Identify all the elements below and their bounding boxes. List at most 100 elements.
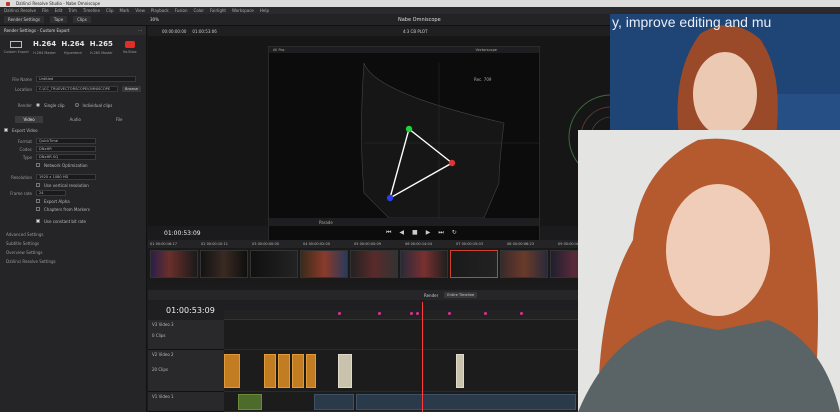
timeline-marker[interactable] [378,312,381,315]
codec-row: Codec DNxHR [0,145,146,153]
track-header-v2[interactable]: V2 Video 2 20 Clips [148,350,224,392]
preset-youtube[interactable]: YouTube [118,39,142,57]
track-header-v3[interactable]: V3 Video 3 0 Clips [148,320,224,350]
resolution-select[interactable]: 1920 x 1080 HD [36,174,96,180]
preset-h264-master[interactable]: H.264 H.264 Master [33,39,57,57]
timeline-clip[interactable] [356,394,576,410]
clip-thumbnail-selected[interactable] [450,250,498,278]
codec-select[interactable]: DNxHR [36,146,96,152]
chapters-label: Chapters from Markers [44,206,90,212]
format-select[interactable]: QuickTime [36,138,96,144]
tab-video[interactable]: Video [15,116,43,123]
preset-label: H.265 Master [90,51,113,55]
thumb-label: 04 00:00:02:00 [303,242,330,246]
tab-audio[interactable]: Audio [62,116,89,123]
timeline-marker[interactable] [416,312,419,315]
menu-item[interactable]: Clip [106,7,114,14]
timeline-marker[interactable] [484,312,487,315]
timeline-clip[interactable] [278,354,290,388]
single-clip-radio[interactable] [36,103,40,107]
title-clip[interactable] [338,354,352,388]
menu-item[interactable]: Fusion [175,7,188,14]
chapters-checkbox[interactable] [36,207,40,211]
go-to-start-icon[interactable]: ⏮ [386,229,391,237]
scope-tag: Rec. 709 [474,77,492,82]
timeline-marker[interactable] [448,312,451,315]
clip-thumbnail[interactable] [200,250,248,278]
browse-button[interactable]: Browse [122,86,142,92]
playhead[interactable] [422,302,423,412]
preset-custom-export[interactable]: Custom Export [4,39,29,57]
network-optimization-label: Network Optimization [44,162,88,168]
thumb-label: 07 00:00:15:03 [456,242,483,246]
loop-icon[interactable]: ↻ [452,229,457,237]
track-header-v1[interactable]: V1 Video 1 [148,392,224,412]
tape-button[interactable]: Tape [49,16,68,23]
track-name: Video 1 [158,394,174,399]
stop-icon[interactable]: ■ [412,229,418,237]
menu-item[interactable]: Edit [55,7,63,14]
export-alpha-checkbox[interactable] [36,199,40,203]
constant-bitrate-checkbox[interactable] [36,219,40,223]
menu-item[interactable]: Playback [151,7,169,14]
menu-item[interactable]: Workspace [232,7,254,14]
source-timecode: 00:00:00:00 [162,28,187,34]
render-settings-button[interactable]: Render Settings [4,16,44,23]
menu-item[interactable]: File [42,7,49,14]
vertical-res-row: Use vertical resolution [0,181,146,189]
menu-item[interactable]: View [135,7,145,14]
green-primary-dot [405,125,413,133]
clips-button[interactable]: Clips [73,16,91,23]
clip-thumbnail[interactable] [400,250,448,278]
location-field[interactable]: C:\CC_TRUEVECTORSCOPE\OMNISCOPE [36,86,118,92]
timeline-marker[interactable] [410,312,413,315]
vertical-resolution-checkbox[interactable] [36,183,40,187]
play-icon[interactable]: ▶ [426,229,431,237]
clip-thumbnail[interactable] [350,250,398,278]
frame-rate-select[interactable]: 24 [36,190,66,196]
timeline-clip[interactable] [238,394,262,410]
thumb-label: 01 00:00:16:17 [150,242,177,246]
menu-item[interactable]: Timeline [83,7,100,14]
menu-item[interactable]: Trim [68,7,77,14]
render-mode-row: Render Single clip Individual clips [0,101,146,109]
aspect-label[interactable]: 4:3 CB PLOT [403,29,428,34]
menu-item[interactable]: Color [194,7,204,14]
clip-thumbnail[interactable] [150,250,198,278]
entire-timeline-select[interactable]: Entire Timeline [444,292,478,298]
section-resolve[interactable]: DaVinci Resolve Settings [0,256,146,265]
menu-item[interactable]: Help [260,7,269,14]
section-overview[interactable]: Overview Settings [0,247,146,256]
timeline-clip[interactable] [264,354,276,388]
preset-hyperdeck[interactable]: H.264 Hyperdeck [61,39,85,57]
section-subtitle[interactable]: Subtitle Settings [0,238,146,247]
tab-file[interactable]: File [108,116,131,123]
timeline-clip[interactable] [224,354,240,388]
individual-clips-radio[interactable] [74,103,79,107]
more-icon[interactable]: ⋯ [138,26,142,35]
go-to-end-icon[interactable]: ⏭ [438,229,443,237]
reverse-icon[interactable]: ◀ [399,229,404,237]
type-select[interactable]: DNxHR SQ [36,154,96,160]
viewer-zoom[interactable]: 30% [150,17,159,22]
menu-item[interactable]: DaVinci Resolve [4,7,36,14]
clip-thumbnail[interactable] [300,250,348,278]
network-optimization-checkbox[interactable] [36,163,40,167]
timeline-clip[interactable] [292,354,304,388]
file-name-field[interactable]: Untitled [36,76,136,82]
timeline-marker[interactable] [338,312,341,315]
timeline-clip[interactable] [314,394,354,410]
clip-thumbnail[interactable] [250,250,298,278]
timeline-clip[interactable] [306,354,316,388]
export-video-checkbox[interactable] [4,128,8,132]
menu-item[interactable]: Fairlight [210,7,226,14]
thumb-label: 08 00:00:06:23 [507,242,534,246]
preset-h265-master[interactable]: H.265 H.265 Master [89,39,113,57]
section-advanced[interactable]: Advanced Settings [0,229,146,238]
menu-item[interactable]: Mark [120,7,130,14]
frame-rate-label: Frame rate [10,190,32,196]
clip-thumbnail[interactable] [500,250,548,278]
presenter-face [693,52,757,136]
title-clip[interactable] [456,354,464,388]
timeline-marker[interactable] [520,312,523,315]
